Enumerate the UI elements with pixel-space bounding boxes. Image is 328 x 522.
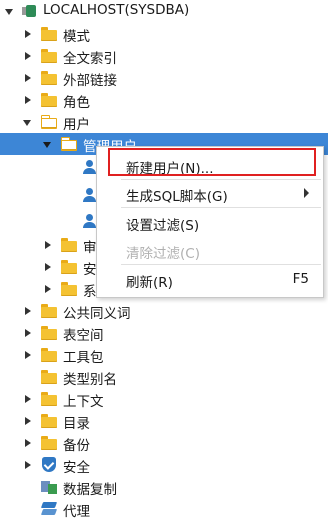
menu-item-generate-sql[interactable]: 生成SQL脚本(G) (97, 181, 323, 205)
tree-item-label: 代理 (63, 504, 90, 520)
tree-item-label: 角色 (63, 95, 90, 111)
expand-arrow-icon[interactable] (23, 51, 33, 61)
folder-icon (40, 325, 58, 341)
folder-icon (40, 303, 58, 319)
tree-item-label: 工具包 (63, 350, 104, 366)
expand-arrow-icon[interactable] (23, 328, 33, 338)
expand-arrow-icon[interactable] (23, 73, 33, 83)
tree-root[interactable]: LOCALHOST(SYSDBA) (0, 0, 328, 22)
menu-separator (121, 179, 321, 180)
tree-item-toolkit[interactable]: 工具包 (0, 344, 328, 366)
tree-item-external-link[interactable]: 外部链接 (0, 67, 328, 89)
collapse-arrow-icon[interactable] (5, 6, 15, 16)
replication-icon (40, 479, 58, 495)
expand-arrow-icon[interactable] (23, 95, 33, 105)
tree-item-label: 公共同义词 (63, 306, 131, 322)
folder-icon (40, 369, 58, 385)
folder-open-icon (60, 136, 78, 152)
expand-arrow-icon[interactable] (43, 262, 53, 272)
tree-item-schema[interactable]: 模式 (0, 23, 328, 45)
tree-item-label: 类型别名 (63, 372, 117, 388)
tree-item-label: 上下文 (63, 394, 104, 410)
expand-arrow-icon[interactable] (23, 350, 33, 360)
expand-arrow-icon[interactable] (43, 284, 53, 294)
menu-item-clear-filter: 清除过滤(C) (97, 238, 323, 262)
tree-item-label: 安 (83, 262, 97, 278)
folder-icon (60, 281, 78, 297)
menu-item-label: 设置过滤(S) (126, 218, 200, 234)
menu-separator (121, 207, 321, 208)
folder-icon (40, 26, 58, 42)
folder-icon (40, 48, 58, 64)
tree-item-role[interactable]: 角色 (0, 89, 328, 111)
folder-icon (60, 237, 78, 253)
submenu-arrow-icon (304, 188, 309, 198)
menu-item-refresh[interactable]: 刷新(R) F5 (97, 267, 323, 291)
tree-item-backup[interactable]: 备份 (0, 432, 328, 454)
tree-item-security[interactable]: 安全 (0, 454, 328, 476)
menu-item-set-filter[interactable]: 设置过滤(S) (97, 210, 323, 234)
folder-icon (40, 435, 58, 451)
expand-arrow-icon[interactable] (23, 460, 33, 470)
menu-shortcut: F5 (292, 271, 309, 287)
menu-item-label: 清除过滤(C) (126, 246, 200, 262)
tree-item-user[interactable]: 用户 (0, 111, 328, 133)
tree-item-label: 审 (83, 240, 97, 256)
folder-icon (40, 92, 58, 108)
tree-item-label: 外部链接 (63, 73, 117, 89)
tree-item-context[interactable]: 上下文 (0, 388, 328, 410)
tree-item-fulltext-index[interactable]: 全文索引 (0, 45, 328, 67)
expand-arrow-icon[interactable] (43, 240, 53, 250)
tree-item-label: 表空间 (63, 328, 104, 344)
folder-icon (40, 391, 58, 407)
tree-item-public-synonym[interactable]: 公共同义词 (0, 300, 328, 322)
tree-item-label: 安全 (63, 460, 90, 476)
tree-item-label: 模式 (63, 29, 90, 45)
tree-item-label: 全文索引 (63, 51, 117, 67)
folder-icon (40, 413, 58, 429)
menu-item-label: 刷新(R) (126, 275, 173, 291)
tree-item-label: 目录 (63, 416, 90, 432)
tree-item-label: 系 (83, 284, 97, 300)
expand-arrow-icon[interactable] (23, 394, 33, 404)
tree-root-label: LOCALHOST(SYSDBA) (43, 2, 190, 18)
menu-separator (121, 264, 321, 265)
folder-icon (40, 70, 58, 86)
tree-item-type-alias[interactable]: 类型别名 (0, 366, 328, 388)
tree-item-tablespace[interactable]: 表空间 (0, 322, 328, 344)
collapse-arrow-icon[interactable] (23, 117, 33, 127)
menu-item-label: 生成SQL脚本(G) (126, 189, 228, 205)
expand-arrow-icon[interactable] (23, 29, 33, 39)
tree-item-label: 备份 (63, 438, 90, 454)
tree-item-label: 数据复制 (63, 482, 117, 498)
layers-icon (40, 501, 58, 517)
tree-item-label: 用户 (63, 117, 90, 133)
tree-item-directory[interactable]: 目录 (0, 410, 328, 432)
highlight-box (108, 148, 316, 176)
shield-icon (40, 457, 58, 473)
expand-arrow-icon[interactable] (23, 416, 33, 426)
folder-icon (60, 259, 78, 275)
collapse-arrow-icon[interactable] (43, 139, 53, 149)
folder-open-icon (40, 114, 58, 130)
tree-item-proxy[interactable]: 代理 (0, 498, 328, 520)
tree-item-data-replication[interactable]: 数据复制 (0, 476, 328, 498)
database-icon (20, 3, 38, 19)
expand-arrow-icon[interactable] (23, 306, 33, 316)
expand-arrow-icon[interactable] (23, 438, 33, 448)
folder-icon (40, 347, 58, 363)
